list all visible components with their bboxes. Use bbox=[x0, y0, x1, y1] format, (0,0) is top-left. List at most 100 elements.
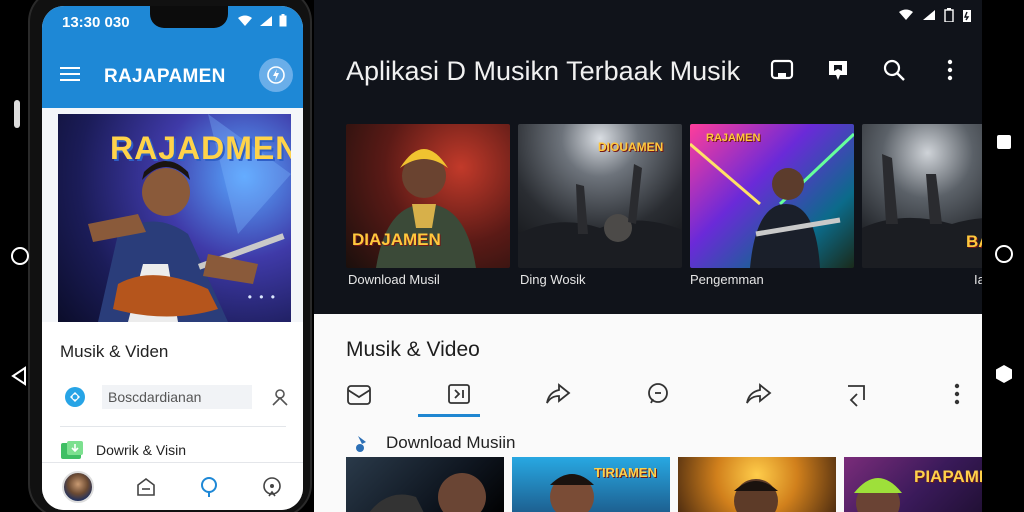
signal-icon bbox=[260, 15, 272, 26]
message-icon[interactable] bbox=[261, 476, 283, 498]
right-side-buttons bbox=[992, 130, 1016, 390]
phone-bottom-nav bbox=[42, 462, 303, 510]
card-art-text: BAI bbox=[966, 232, 982, 251]
phone-status-icons bbox=[237, 14, 287, 27]
download-thumb[interactable] bbox=[346, 457, 504, 512]
search-button[interactable] bbox=[880, 56, 908, 84]
tablet-section-title: Musik & Video bbox=[346, 338, 480, 361]
tab-share[interactable] bbox=[541, 377, 575, 411]
search-icon bbox=[883, 59, 905, 81]
menu-pill-icon[interactable] bbox=[14, 100, 20, 128]
tablet-actions bbox=[768, 56, 964, 84]
signal-icon bbox=[923, 10, 935, 20]
home-icon[interactable] bbox=[135, 476, 157, 498]
music-note-icon bbox=[356, 436, 366, 452]
phone-search-text[interactable]: Boscdardianan bbox=[102, 385, 252, 409]
card-label: Ia bbox=[974, 272, 982, 287]
tab-repeat[interactable] bbox=[442, 377, 476, 411]
download-section-header: Download Musiin bbox=[352, 432, 515, 454]
forward-icon bbox=[745, 383, 772, 404]
tab-reply[interactable] bbox=[840, 377, 874, 411]
phone-app-bar: RAJAPAMEN bbox=[42, 42, 303, 108]
tablet-content-panel: Musik & Video Download Musiin TIRIAMEN P… bbox=[314, 314, 982, 512]
phone-list-item-label: Dowrik & Visin bbox=[96, 442, 186, 458]
mail-icon bbox=[347, 385, 371, 405]
card-label: Ding Wosik bbox=[520, 272, 586, 287]
card-artwork bbox=[862, 154, 982, 268]
featured-card[interactable]: DIOUAMEN bbox=[518, 124, 682, 268]
card-art-text: DIOUAMEN bbox=[598, 140, 664, 154]
active-tab-indicator bbox=[418, 414, 480, 417]
cast-icon bbox=[770, 59, 794, 80]
thumb-artwork bbox=[369, 473, 486, 512]
phone-section-title: Musik & Viden bbox=[60, 342, 169, 361]
more-vert-icon bbox=[947, 59, 953, 81]
featured-card[interactable]: RAJAMEN bbox=[690, 124, 854, 268]
square-icon bbox=[997, 135, 1011, 149]
bookmark-icon bbox=[829, 61, 847, 80]
featured-card[interactable]: DIAJAMEN bbox=[346, 124, 510, 268]
thumb-art-text: PIAPAMEN bbox=[914, 467, 982, 486]
card-art-text: DIAJAMEN bbox=[352, 230, 441, 249]
home-circle-icon[interactable] bbox=[10, 246, 30, 266]
more-options-button[interactable] bbox=[940, 377, 974, 411]
hero-page-indicator: • • • bbox=[247, 290, 277, 304]
tablet-page-title: Aplikasi D Musikn Terbaak Musik bbox=[346, 56, 741, 86]
back-button[interactable] bbox=[992, 362, 1016, 386]
battery-icon bbox=[944, 8, 954, 22]
bookmark-button[interactable] bbox=[824, 56, 852, 84]
wifi-icon bbox=[899, 9, 913, 20]
thumb-artwork bbox=[734, 479, 778, 512]
more-options-button[interactable] bbox=[936, 56, 964, 84]
card-art-text: RAJAMEN bbox=[706, 132, 761, 144]
download-thumb[interactable] bbox=[678, 457, 836, 512]
share-icon bbox=[546, 383, 571, 404]
hero-title: RAJADMEN bbox=[110, 130, 291, 166]
recent-apps-button[interactable] bbox=[992, 130, 1016, 154]
home-circle-icon bbox=[995, 245, 1013, 263]
thumb-art-text: TIRIAMEN bbox=[594, 465, 657, 480]
phone-content: Musik & Viden Boscdardianan Dowrik & Vis… bbox=[42, 322, 303, 462]
person-icon[interactable] bbox=[271, 388, 289, 406]
avatar[interactable] bbox=[62, 470, 95, 503]
repeat-icon bbox=[447, 384, 470, 404]
phone-hero-banner[interactable]: RAJADMEN • • • bbox=[58, 114, 291, 322]
tab-inbox[interactable] bbox=[342, 377, 376, 411]
phone-screen: 13:30 030 RAJAPAMEN RAJADMEN • • • Musik… bbox=[42, 6, 303, 510]
tablet-status-bar bbox=[898, 8, 972, 22]
featured-card[interactable]: BAI bbox=[862, 124, 982, 268]
chat-fab-button[interactable] bbox=[259, 58, 293, 92]
hexagon-icon bbox=[996, 365, 1012, 383]
download-thumb[interactable]: TIRIAMEN bbox=[512, 457, 670, 512]
wifi-icon bbox=[238, 15, 252, 26]
chat-fab-icon bbox=[267, 66, 285, 84]
card-artwork bbox=[690, 132, 854, 268]
message-icon bbox=[648, 383, 668, 404]
left-side-buttons bbox=[8, 100, 30, 400]
download-thumbnails: TIRIAMEN PIAPAMEN bbox=[346, 457, 982, 512]
tablet-tab-bar bbox=[342, 374, 974, 414]
phone-search-row[interactable]: Boscdardianan bbox=[64, 382, 289, 412]
phone-app-title: RAJAPAMEN bbox=[104, 66, 226, 87]
download-section-title: Download Musiin bbox=[386, 433, 516, 452]
phone-status-bar: 13:30 030 bbox=[42, 6, 303, 42]
app-logo-icon bbox=[65, 387, 85, 407]
phone-divider bbox=[60, 426, 286, 427]
tab-forward[interactable] bbox=[741, 377, 775, 411]
download-thumb[interactable]: PIAPAMEN bbox=[844, 457, 982, 512]
featured-carousel: DIAJAMEN DIOUAMEN RAJAMEN B bbox=[346, 124, 982, 268]
cast-button[interactable] bbox=[768, 56, 796, 84]
reply-icon bbox=[848, 385, 866, 407]
back-icon[interactable] bbox=[10, 366, 28, 386]
tab-comments[interactable] bbox=[641, 377, 675, 411]
download-icon bbox=[61, 441, 83, 459]
home-button[interactable] bbox=[992, 242, 1016, 266]
search-icon[interactable] bbox=[198, 476, 220, 498]
battery-icon bbox=[279, 14, 287, 27]
phone-list-item[interactable]: Dowrik & Visin bbox=[60, 440, 186, 460]
card-label: Download Musil bbox=[348, 272, 440, 287]
phone-notch bbox=[150, 6, 228, 28]
tablet-screen: Aplikasi D Musikn Terbaak Musik DIAJAMEN… bbox=[314, 0, 982, 512]
menu-icon[interactable] bbox=[60, 66, 80, 82]
battery-charging-icon bbox=[963, 10, 971, 22]
